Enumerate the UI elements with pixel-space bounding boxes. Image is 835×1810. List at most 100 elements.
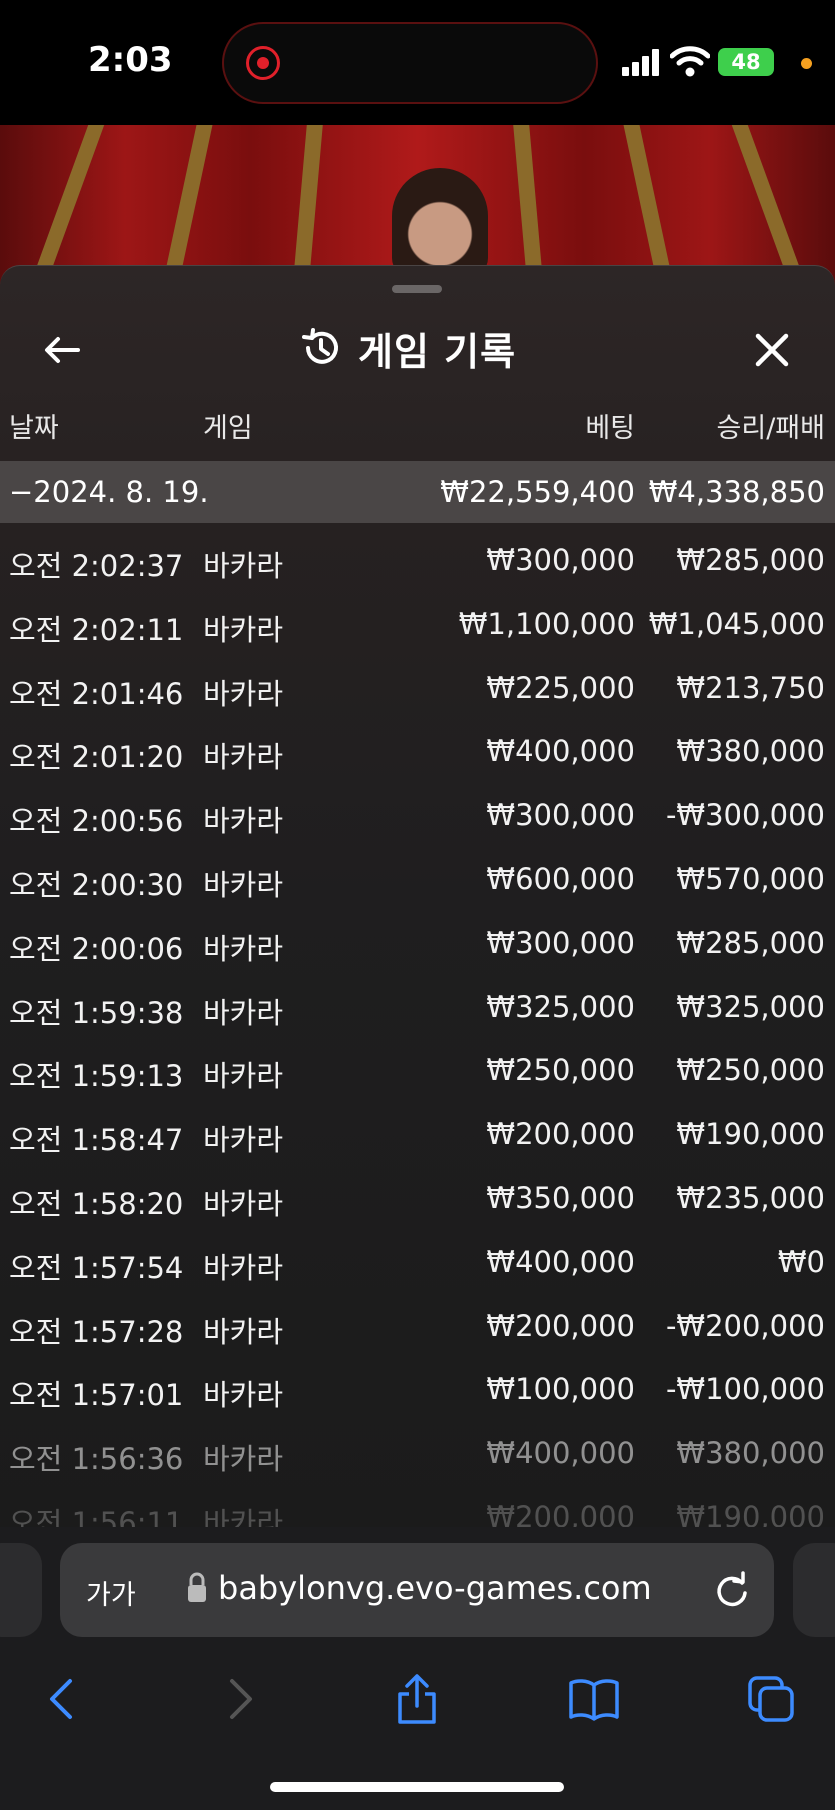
row-bet: ₩325,000 [486,989,635,1024]
history-list: 오전 2:02:37 바카라 ₩300,000 ₩285,000 오전 2:02:11… [0,529,835,1528]
table-row[interactable]: 오전 1:59:13 바카라 ₩250,000 ₩250,000 [0,1039,835,1103]
row-bet: ₩300,000 [486,798,635,833]
row-game: 바카라 [203,740,284,775]
panel-header: 게임 기록 [300,310,516,386]
chevron-right-icon [230,1679,252,1719]
column-header-bet: 베팅 [585,413,635,444]
browser-toolbar: 가가 babylonvg.evo-games.com [0,1527,835,1810]
back-button[interactable] [30,318,94,382]
table-row[interactable]: 오전 2:00:56 바카라 ₩300,000 -₩300,000 [0,784,835,848]
table-row[interactable]: 오전 1:59:38 바카라 ₩325,000 ₩325,000 [0,976,835,1040]
row-time: 오전 1:57:54 [9,1250,184,1285]
table-row[interactable]: 오전 1:57:54 바카라 ₩400,000 ₩0 [0,1231,835,1295]
tabs-button[interactable] [741,1669,801,1729]
row-time: 오전 2:01:46 [9,676,184,711]
row-time: 오전 1:59:38 [9,995,184,1030]
wifi-icon [670,46,710,77]
recording-icon [246,46,280,80]
row-bet: ₩600,000 [486,861,635,896]
row-time: 오전 1:59:13 [9,1059,184,1094]
table-row[interactable]: 오전 2:01:46 바카라 ₩225,000 ₩213,750 [0,657,835,721]
arrow-left-icon [45,337,80,363]
row-bet: ₩200,000 [486,1308,635,1343]
row-result: ₩250,000 [676,1053,825,1088]
url-text[interactable]: babylonvg.evo-games.com [218,1569,652,1607]
row-game: 바카라 [203,867,284,902]
date-group-row[interactable]: −2024. 8. 19. ₩22,559,400 ₩4,338,850 [0,461,835,523]
row-result: ₩190,000 [676,1499,825,1528]
row-bet: ₩200,000 [486,1499,635,1528]
row-result: ₩0 [777,1244,825,1279]
row-bet: ₩1,100,000 [458,606,635,641]
row-game: 바카라 [203,804,284,839]
row-result: ₩213,750 [676,670,825,705]
row-game: 바카라 [203,931,284,966]
drag-handle[interactable] [392,285,442,293]
row-bet: ₩400,000 [486,1436,635,1471]
status-bar: 2:03 48 [0,0,835,125]
next-tab-preview[interactable] [793,1543,835,1637]
table-row[interactable]: 오전 1:56:11 바카라 ₩200,000 ₩190,000 [0,1486,835,1528]
share-icon [398,1674,436,1724]
row-bet: ₩250,000 [486,1053,635,1088]
row-time: 오전 2:00:30 [9,867,184,902]
table-row[interactable]: 오전 2:02:11 바카라 ₩1,100,000 ₩1,045,000 [0,593,835,657]
row-result: -₩300,000 [665,798,825,833]
row-bet: ₩300,000 [486,925,635,960]
column-header-date: 날짜 [9,413,59,444]
table-row[interactable]: 오전 1:57:01 바카라 ₩100,000 -₩100,000 [0,1358,835,1422]
battery-indicator: 48 [718,48,774,76]
row-game: 바카라 [203,1505,284,1528]
row-result: -₩100,000 [665,1372,825,1407]
reload-icon[interactable] [710,1569,754,1613]
chevron-left-icon [50,1679,72,1719]
previous-tab-preview[interactable] [0,1543,42,1637]
history-icon [302,328,338,364]
table-row[interactable]: 오전 2:01:20 바카라 ₩400,000 ₩380,000 [0,720,835,784]
bookmarks-button[interactable] [564,1669,624,1729]
row-result: ₩285,000 [676,925,825,960]
row-game: 바카라 [203,676,284,711]
row-game: 바카라 [203,1123,284,1158]
row-game: 바카라 [203,995,284,1030]
row-bet: ₩100,000 [486,1372,635,1407]
row-game: 바카라 [203,549,284,583]
row-bet: ₩400,000 [486,734,635,769]
lock-icon [188,1572,206,1602]
table-row[interactable]: 오전 2:00:06 바카라 ₩300,000 ₩285,000 [0,912,835,976]
book-icon [569,1679,619,1721]
row-bet: ₩200,000 [486,1117,635,1152]
row-result: ₩235,000 [676,1180,825,1215]
page-settings-button[interactable]: 가가 [86,1573,136,1612]
back-nav-button[interactable] [30,1669,90,1729]
address-bar[interactable]: 가가 babylonvg.evo-games.com [60,1543,774,1637]
close-button[interactable] [740,318,804,382]
dealer-image [392,168,488,278]
table-header: 날짜 게임 베팅 승리/패배 [0,406,835,452]
status-time: 2:03 [88,40,173,80]
row-time: 오전 1:56:36 [9,1442,184,1477]
table-row[interactable]: 오전 1:58:47 바카라 ₩200,000 ₩190,000 [0,1103,835,1167]
table-row[interactable]: 오전 1:56:36 바카라 ₩400,000 ₩380,000 [0,1422,835,1486]
column-header-game: 게임 [203,413,253,444]
row-bet: ₩350,000 [486,1180,635,1215]
forward-nav-button[interactable] [212,1669,272,1729]
home-indicator[interactable] [270,1782,564,1792]
row-time: 오전 2:01:20 [9,740,184,775]
table-row[interactable]: 오전 1:58:20 바카라 ₩350,000 ₩235,000 [0,1167,835,1231]
tabs-icon [748,1676,794,1722]
row-game: 바카라 [203,1442,284,1477]
page-title: 게임 기록 [358,329,517,374]
table-row[interactable]: 오전 2:00:30 바카라 ₩600,000 ₩570,000 [0,848,835,912]
row-time: 오전 1:56:11 [9,1505,184,1528]
row-bet: ₩300,000 [486,543,635,577]
table-row[interactable]: 오전 2:02:37 바카라 ₩300,000 ₩285,000 [0,529,835,593]
row-game: 바카라 [203,1059,284,1094]
table-row[interactable]: 오전 1:57:28 바카라 ₩200,000 -₩200,000 [0,1295,835,1359]
row-time: 오전 2:00:06 [9,931,184,966]
share-button[interactable] [387,1669,447,1729]
row-result: ₩380,000 [676,1436,825,1471]
row-result: ₩325,000 [676,989,825,1024]
row-result: ₩570,000 [676,861,825,896]
row-game: 바카라 [203,1314,284,1349]
